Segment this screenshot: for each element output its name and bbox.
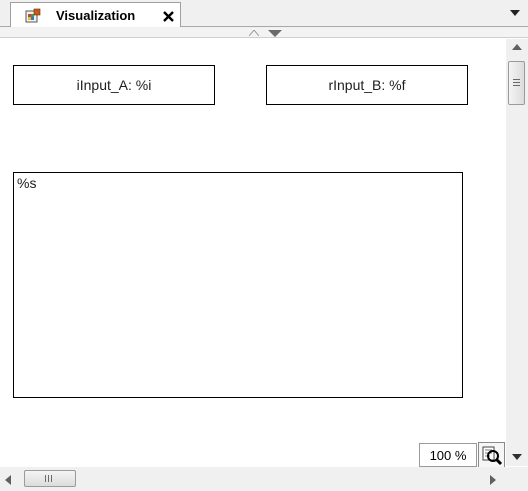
scroll-left-arrow-icon[interactable] <box>5 475 11 485</box>
input-b-element[interactable]: rInput_B: %f <box>266 65 468 105</box>
input-a-label: iInput_A: %i <box>76 77 152 93</box>
panel-splitter[interactable] <box>0 28 528 38</box>
tab-list-dropdown-icon[interactable] <box>510 10 520 16</box>
text-output-label: %s <box>17 175 37 191</box>
zoom-level-value: 100 % <box>429 447 467 463</box>
scroll-down-arrow-icon[interactable] <box>512 454 522 460</box>
zoom-magnifier-icon <box>482 446 502 466</box>
input-a-element[interactable]: iInput_A: %i <box>13 65 215 105</box>
vertical-scroll-thumb[interactable] <box>508 61 525 105</box>
text-output-element[interactable]: %s <box>13 172 463 398</box>
visualization-icon <box>25 8 41 23</box>
zoom-button[interactable] <box>478 442 505 468</box>
horizontal-scroll-thumb[interactable] <box>24 470 76 487</box>
close-icon[interactable] <box>163 11 174 22</box>
input-b-label: rInput_B: %f <box>328 77 406 93</box>
expand-down-icon[interactable] <box>268 30 282 37</box>
tab-visualization[interactable]: Visualization <box>10 2 181 27</box>
scroll-up-arrow-icon[interactable] <box>512 44 522 50</box>
horizontal-scrollbar[interactable] <box>0 467 528 491</box>
zoom-level-field[interactable]: 100 % <box>419 443 477 467</box>
tab-title: Visualization <box>56 8 136 23</box>
vertical-scrollbar[interactable] <box>506 39 528 466</box>
editor-tab-bar: Visualization <box>0 0 528 28</box>
scroll-right-arrow-icon[interactable] <box>490 475 496 485</box>
visualization-canvas[interactable]: iInput_A: %i rInput_B: %f %s <box>0 39 506 466</box>
collapse-up-icon[interactable] <box>249 30 259 36</box>
